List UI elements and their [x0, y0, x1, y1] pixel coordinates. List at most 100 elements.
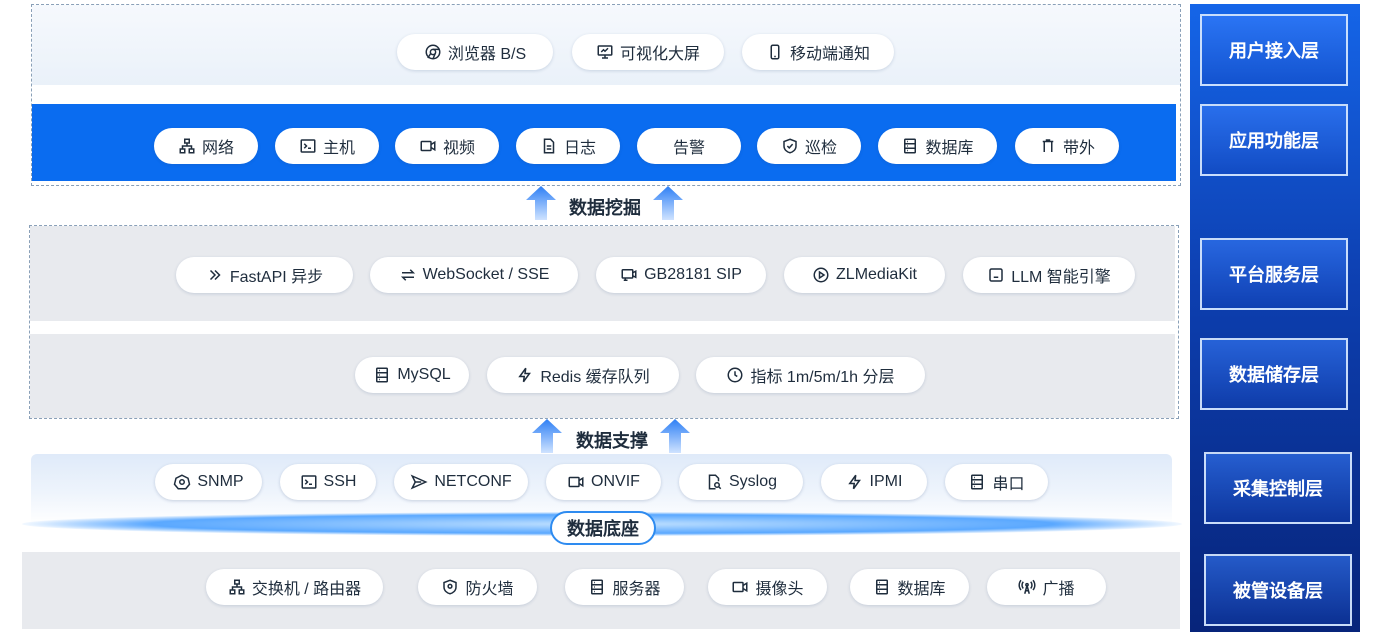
broadcast-pill: 广播: [987, 569, 1106, 605]
browser-pill: 浏览器 B/S: [397, 34, 553, 70]
llm-pill: LLM 智能引擎: [963, 257, 1135, 293]
mobile-pill: 移动端通知: [742, 34, 894, 70]
presentation-icon: [597, 45, 613, 59]
network-icon: [179, 138, 195, 154]
chevrons-right-icon: [209, 269, 221, 281]
play-circle-icon: [813, 267, 829, 283]
up-arrow-icon: [532, 419, 562, 453]
file-search-icon: [708, 474, 722, 490]
pill-label: 视频: [442, 140, 475, 157]
fastapi-pill: FastAPI 异步: [176, 257, 353, 293]
pill-label: 服务器: [612, 581, 661, 598]
pill-label: 网络: [201, 140, 234, 157]
firewall-pill: 防火墙: [418, 569, 537, 605]
zlmediakit-pill: ZLMediaKit: [784, 257, 945, 293]
clock-icon: [727, 367, 743, 383]
onvif-pill: ONVIF: [546, 464, 661, 500]
pill-label: 数据库: [897, 581, 946, 598]
layer-data-storage: 数据储存层: [1200, 338, 1348, 410]
network-pill: 网络: [154, 128, 258, 164]
pill-label: NETCONF: [434, 473, 512, 490]
ssh-pill: SSH: [280, 464, 376, 500]
pill-label: 指标 1m/5m/1h 分层: [750, 369, 895, 386]
layer-sidebar: 用户接入层 应用功能层 平台服务层 数据储存层 采集控制层 被管设备层: [1190, 4, 1360, 632]
kubernetes-icon: [174, 474, 191, 490]
database-device-pill: 数据库: [850, 569, 969, 605]
pill-label: SSH: [323, 473, 357, 490]
pill-label: GB28181 SIP: [644, 266, 742, 283]
log-pill: 日志: [516, 128, 620, 164]
pill-label: 防火墙: [465, 581, 514, 598]
layer-managed-devices: 被管设备层: [1204, 554, 1352, 626]
websocket-pill: WebSocket / SSE: [370, 257, 578, 293]
mysql-pill: MySQL: [355, 357, 469, 393]
data-base-label: 数据底座: [550, 511, 656, 545]
data-mining-label: 数据挖掘: [569, 198, 641, 218]
terminal-icon: [300, 139, 316, 153]
pill-label: Redis 缓存队列: [540, 369, 650, 386]
lightning-icon: [847, 474, 861, 490]
database-icon: [876, 579, 889, 595]
pill-label: FastAPI 异步: [229, 269, 324, 286]
broadcast-icon: [1019, 579, 1036, 594]
layer-user-access: 用户接入层: [1200, 14, 1348, 86]
pill-label: 广播: [1042, 581, 1075, 598]
robot-icon: [989, 268, 1003, 282]
camera-device-icon: [621, 269, 637, 281]
video-icon: [420, 140, 436, 152]
switch-router-pill: 交换机 / 路由器: [206, 569, 383, 605]
video-icon: [568, 476, 584, 488]
swap-icon: [400, 269, 415, 281]
pill-label: 浏览器 B/S: [447, 46, 527, 63]
pill-label: 告警: [672, 140, 705, 157]
up-arrow-icon: [660, 419, 690, 453]
file-icon: [543, 138, 555, 154]
host-pill: 主机: [275, 128, 379, 164]
ipmi-pill: IPMI: [821, 464, 927, 500]
pill-label: 可视化大屏: [619, 46, 700, 63]
pill-label: WebSocket / SSE: [422, 266, 550, 283]
netconf-pill: NETCONF: [394, 464, 528, 500]
pill-label: 摄像头: [755, 581, 804, 598]
pill-label: 主机: [322, 140, 355, 157]
pill-label: ONVIF: [591, 473, 640, 490]
pill-label: 串口: [992, 476, 1025, 493]
layer-collect-control: 采集控制层: [1204, 452, 1352, 524]
pill-label: 数据库: [925, 140, 974, 157]
pill-label: Syslog: [728, 473, 778, 490]
layer-app-function: 应用功能层: [1200, 104, 1348, 176]
database-pill: 数据库: [878, 128, 997, 164]
send-icon: [410, 474, 428, 490]
mobile-icon: [770, 44, 780, 60]
pill-label: 交换机 / 路由器: [251, 581, 362, 598]
database-icon: [971, 474, 984, 490]
pill-label: LLM 智能引擎: [1011, 269, 1111, 286]
chrome-icon: [425, 44, 441, 60]
big-screen-pill: 可视化大屏: [572, 34, 724, 70]
up-arrow-icon: [653, 186, 683, 220]
server-icon: [591, 579, 604, 595]
video-pill: 视频: [395, 128, 499, 164]
out-of-band-pill: 带外: [1015, 128, 1119, 164]
layer-platform-service: 平台服务层: [1200, 238, 1348, 310]
pill-label: ZLMediaKit: [836, 266, 917, 283]
alarm-pill: 告警: [637, 128, 741, 164]
shield-check-icon: [783, 138, 797, 154]
pill-label: 移动端通知: [789, 46, 870, 63]
metrics-pill: 指标 1m/5m/1h 分层: [696, 357, 925, 393]
camera-pill: 摄像头: [708, 569, 827, 605]
pill-label: 日志: [563, 140, 596, 157]
pill-label: SNMP: [197, 473, 244, 490]
terminal-icon: [301, 475, 317, 489]
serial-port-pill: 串口: [945, 464, 1048, 500]
database-icon: [904, 138, 917, 154]
syslog-pill: Syslog: [679, 464, 803, 500]
database-icon: [376, 367, 389, 383]
data-support-label: 数据支撑: [576, 431, 648, 451]
up-arrow-icon: [526, 186, 556, 220]
server-pill: 服务器: [565, 569, 684, 605]
pill-label: IPMI: [869, 473, 903, 490]
lightning-icon: [518, 367, 532, 383]
console-icon: [1042, 139, 1054, 152]
network-icon: [229, 579, 245, 595]
